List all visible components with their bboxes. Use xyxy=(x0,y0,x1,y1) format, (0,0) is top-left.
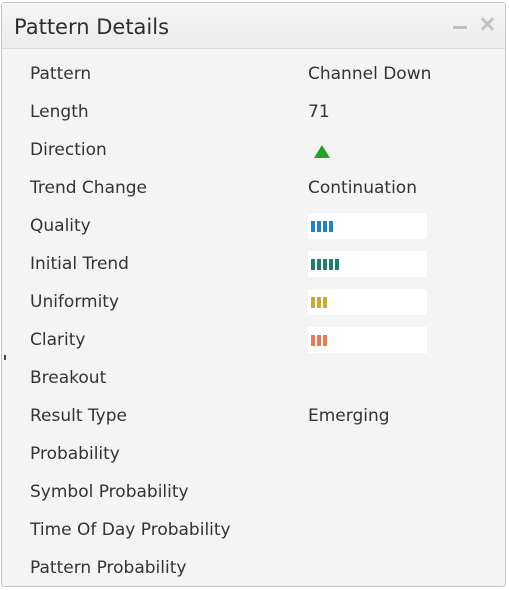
row-quality: Quality xyxy=(2,207,505,245)
label-trend-change: Trend Change xyxy=(30,178,148,198)
row-probability: Probability xyxy=(2,435,505,473)
meter-segment xyxy=(329,220,333,232)
row-time-of-day-probability: Time Of Day Probability xyxy=(2,511,505,549)
row-symbol-probability: Symbol Probability xyxy=(2,473,505,511)
details-list: Pattern Channel Down Length 71 Direction… xyxy=(2,48,505,586)
label-symbol-probability: Symbol Probability xyxy=(30,482,189,502)
quality-meter xyxy=(308,213,427,239)
row-clarity: Clarity xyxy=(2,321,505,359)
row-pattern: Pattern Channel Down xyxy=(2,55,505,93)
label-pattern-probability: Pattern Probability xyxy=(30,558,187,578)
row-initial-trend: Initial Trend xyxy=(2,245,505,283)
clarity-meter xyxy=(308,327,427,353)
label-uniformity: Uniformity xyxy=(30,292,120,312)
label-time-of-day-probability: Time Of Day Probability xyxy=(30,520,231,540)
label-probability: Probability xyxy=(30,444,120,464)
meter-segment xyxy=(317,220,321,232)
value-length: 71 xyxy=(308,102,330,122)
minimize-icon[interactable] xyxy=(453,17,467,31)
label-quality: Quality xyxy=(30,216,91,236)
label-clarity: Clarity xyxy=(30,330,86,350)
meter-segment xyxy=(317,258,321,270)
value-trend-change: Continuation xyxy=(308,178,417,198)
up-arrow-icon xyxy=(314,145,330,158)
row-trend-change: Trend Change Continuation xyxy=(2,169,505,207)
value-pattern: Channel Down xyxy=(308,64,432,84)
initial-trend-meter xyxy=(308,251,427,277)
label-result-type: Result Type xyxy=(30,406,127,426)
resize-handle[interactable] xyxy=(4,355,6,360)
meter-segment xyxy=(317,296,321,308)
panel-header: Pattern Details xyxy=(2,3,505,49)
uniformity-meter xyxy=(308,289,427,315)
meter-segment xyxy=(311,220,315,232)
meter-segment xyxy=(311,334,315,346)
meter-segment xyxy=(329,258,333,270)
panel-title: Pattern Details xyxy=(14,15,170,39)
row-breakout: Breakout xyxy=(2,359,505,397)
meter-segment xyxy=(311,258,315,270)
row-uniformity: Uniformity xyxy=(2,283,505,321)
meter-segment xyxy=(323,220,327,232)
label-breakout: Breakout xyxy=(30,368,107,388)
meter-segment xyxy=(323,258,327,270)
value-result-type: Emerging xyxy=(308,406,390,426)
meter-segment xyxy=(311,296,315,308)
label-length: Length xyxy=(30,102,89,122)
row-pattern-probability: Pattern Probability xyxy=(2,549,505,586)
row-length: Length 71 xyxy=(2,93,505,131)
meter-segment xyxy=(317,334,321,346)
meter-segment xyxy=(323,296,327,308)
row-direction: Direction xyxy=(2,131,505,169)
pattern-details-panel: Pattern Details Pattern Channel Down Len… xyxy=(1,2,506,587)
meter-segment xyxy=(323,334,327,346)
label-initial-trend: Initial Trend xyxy=(30,254,129,274)
label-pattern: Pattern xyxy=(30,64,92,84)
close-icon[interactable] xyxy=(479,16,495,32)
label-direction: Direction xyxy=(30,140,107,160)
row-result-type: Result Type Emerging xyxy=(2,397,505,435)
meter-segment xyxy=(335,258,339,270)
window-controls xyxy=(453,13,495,35)
